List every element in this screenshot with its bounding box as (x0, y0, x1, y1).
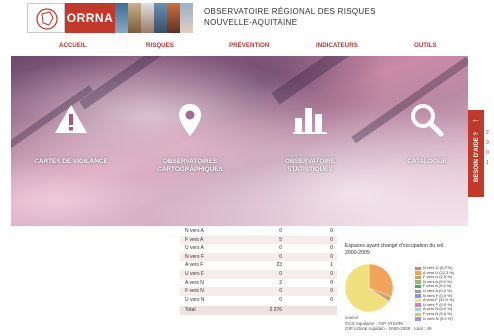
bar-chart-icon (293, 108, 327, 134)
search-icon (411, 104, 444, 137)
table-row: N vers F 0 0 (180, 252, 337, 262)
changes-table: N vers A00 F vers A50 U vers A00 N vers … (180, 227, 337, 315)
row-value-a: 0 (279, 270, 282, 277)
org-line-1: OBSERVATOIRE RÉGIONAL DES RISQUES (204, 7, 376, 16)
row-value-b: 0 (330, 245, 333, 252)
chart-title: Espaces ayant changé d'occupation du sol… (345, 243, 443, 257)
legend-swatch (415, 271, 421, 275)
chart-source: source OCS Aquitaine · GIP ATGeRi GIP Li… (345, 315, 431, 332)
main-nav: ACCUEIL RISQUES PRÉVENTION INDICATEURS O… (0, 38, 468, 55)
chart-subtitle: 2000-2009 (345, 250, 370, 256)
pie-legend: N vers U (0,0 %) A vers U (22,3 %) F vers … (415, 265, 454, 321)
help-tab[interactable]: ← BESOIN D'AIDE ? (468, 110, 484, 197)
help-label: BESOIN D'AIDE ? (474, 131, 480, 183)
nav-item-prevention[interactable]: PRÉVENTION (229, 42, 269, 49)
row-label: N vers A (185, 228, 204, 234)
row-label: U vers F (185, 270, 204, 277)
row-value-b: 0 (330, 270, 333, 277)
legend-swatch (415, 294, 421, 298)
hero-label: CARTES DE VIGILANCE (34, 158, 108, 165)
row-value-a: 0 (279, 296, 282, 303)
edge-mark: 1 (486, 160, 489, 166)
row-value-a: 0 (279, 253, 282, 260)
row-value-a: 5 (279, 236, 282, 243)
edge-mark: 2 (486, 130, 489, 136)
pie-chart (344, 263, 394, 313)
org-line-2: NOUVELLE-AQUITAINE (204, 18, 298, 27)
row-value-a: 0 (279, 228, 282, 234)
header-photo-strip (115, 3, 193, 33)
organisation-name: OBSERVATOIRE RÉGIONAL DES RISQUES NOUVEL… (204, 6, 376, 28)
hero-label: CATALOGUE (407, 158, 447, 165)
region-logo[interactable] (27, 3, 65, 33)
chart-title-text: Espaces ayant changé d'occupation du sol (345, 243, 444, 249)
row-label: F vers N (185, 288, 204, 295)
table-row: F vers N 0 0 (180, 287, 337, 296)
map-pin-icon (179, 104, 201, 136)
hero-label: OBSERVATOIRES CARTOGRAPHIQUES (157, 158, 223, 173)
row-label: U vers A (185, 245, 204, 252)
row-value-a: 2 (279, 279, 282, 286)
table-row: A vers F 23 1 (180, 261, 337, 270)
edge-mark: 0 (486, 150, 489, 156)
edge-mark: 9 (486, 140, 489, 146)
row-label: U vers N (185, 296, 205, 303)
nav-item-risques[interactable]: RISQUES (146, 42, 174, 49)
table-row: U vers F 0 0 (180, 269, 337, 279)
nav-item-indicateurs[interactable]: INDICATEURS (316, 42, 358, 49)
table-row: U vers N 0 0 (180, 296, 337, 305)
legend-swatch (415, 266, 421, 270)
legend-swatch (415, 307, 421, 312)
hero-label: OBSERVATOIRE STATISTIQUES (285, 158, 335, 173)
pie-chart-panel: Espaces ayant changé d'occupation du sol… (341, 240, 471, 336)
row-label: F vers A (185, 236, 204, 243)
nav-item-outils[interactable]: OUTILS (414, 42, 437, 49)
legend-swatch (415, 303, 421, 307)
legend-swatch (415, 275, 421, 280)
row-label: N vers F (185, 253, 204, 260)
row-value-b: 1 (330, 262, 333, 269)
row-value-a: 0 (279, 288, 282, 295)
region-map-icon (36, 8, 58, 30)
total-value-a: 2 276 (269, 307, 282, 314)
table-row: A vers N 2 0 (180, 279, 337, 288)
row-value-a: 0 (279, 245, 282, 252)
brand-name[interactable]: ORRNA (65, 3, 115, 33)
legend-swatch (415, 298, 421, 303)
legend-swatch (415, 280, 421, 284)
row-value-b: 0 (330, 279, 333, 286)
total-label: Total (185, 307, 196, 314)
table-row: N vers A 0 0 (180, 227, 337, 236)
legend-swatch (415, 284, 421, 289)
nav-item-accueil[interactable]: ACCUEIL (59, 42, 87, 49)
row-label: A vers N (185, 279, 204, 286)
hero-banner: CARTES DE VIGILANCE OBSERVATOIRES CARTOG… (11, 56, 468, 226)
row-label: A vers F (185, 262, 204, 269)
legend-swatch (415, 289, 421, 293)
table-row: U vers A 0 0 (180, 244, 337, 253)
warning-icon (55, 105, 87, 133)
source-line-2: GIP Littoral Aquitain · 2000-2009 · tota… (345, 326, 432, 331)
row-value-b: 0 (330, 253, 333, 260)
row-value-b: 0 (330, 228, 333, 234)
site-header: ORRNA OBSERVATOIRE RÉGIONAL DES RISQUES … (0, 0, 494, 36)
row-value-b: 0 (330, 296, 333, 303)
row-value-b: 0 (330, 236, 333, 243)
table-row: F vers A 5 0 (180, 235, 337, 245)
table-total-row: Total 2 276 (180, 306, 337, 315)
row-value-a: 23 (276, 262, 282, 269)
row-value-b: 0 (330, 288, 333, 295)
